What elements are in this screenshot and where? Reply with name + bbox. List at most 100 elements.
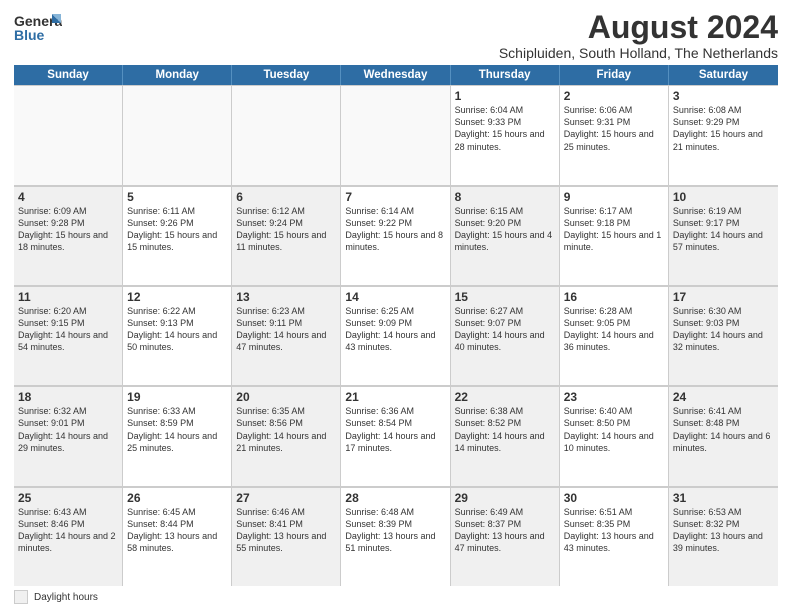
cal-cell-16: 16Sunrise: 6:28 AM Sunset: 9:05 PM Dayli… [560, 286, 669, 385]
day-number: 3 [673, 89, 774, 103]
legend-box [14, 590, 28, 604]
logo-svg: GeneralBlue [14, 10, 62, 46]
day-number: 5 [127, 190, 227, 204]
header: GeneralBlue August 2024 Schipluiden, Sou… [14, 10, 778, 61]
day-number: 17 [673, 290, 774, 304]
cal-cell-4: 4Sunrise: 6:09 AM Sunset: 9:28 PM Daylig… [14, 186, 123, 285]
cal-cell-1: 1Sunrise: 6:04 AM Sunset: 9:33 PM Daylig… [451, 85, 560, 184]
day-info: Sunrise: 6:45 AM Sunset: 8:44 PM Dayligh… [127, 506, 227, 555]
day-number: 29 [455, 491, 555, 505]
cal-cell-17: 17Sunrise: 6:30 AM Sunset: 9:03 PM Dayli… [669, 286, 778, 385]
cal-row-2: 11Sunrise: 6:20 AM Sunset: 9:15 PM Dayli… [14, 286, 778, 386]
cal-cell-2: 2Sunrise: 6:06 AM Sunset: 9:31 PM Daylig… [560, 85, 669, 184]
cal-cell-13: 13Sunrise: 6:23 AM Sunset: 9:11 PM Dayli… [232, 286, 341, 385]
day-number: 8 [455, 190, 555, 204]
cal-cell-10: 10Sunrise: 6:19 AM Sunset: 9:17 PM Dayli… [669, 186, 778, 285]
day-number: 2 [564, 89, 664, 103]
day-info: Sunrise: 6:51 AM Sunset: 8:35 PM Dayligh… [564, 506, 664, 555]
day-number: 1 [455, 89, 555, 103]
day-info: Sunrise: 6:20 AM Sunset: 9:15 PM Dayligh… [18, 305, 118, 354]
day-header-saturday: Saturday [669, 65, 778, 85]
cal-row-1: 4Sunrise: 6:09 AM Sunset: 9:28 PM Daylig… [14, 186, 778, 286]
cal-cell-18: 18Sunrise: 6:32 AM Sunset: 9:01 PM Dayli… [14, 386, 123, 485]
day-info: Sunrise: 6:15 AM Sunset: 9:20 PM Dayligh… [455, 205, 555, 254]
day-number: 21 [345, 390, 445, 404]
cal-cell-14: 14Sunrise: 6:25 AM Sunset: 9:09 PM Dayli… [341, 286, 450, 385]
logo: GeneralBlue [14, 10, 62, 46]
cal-cell-empty-0-3 [341, 85, 450, 184]
cal-cell-9: 9Sunrise: 6:17 AM Sunset: 9:18 PM Daylig… [560, 186, 669, 285]
cal-cell-24: 24Sunrise: 6:41 AM Sunset: 8:48 PM Dayli… [669, 386, 778, 485]
day-info: Sunrise: 6:53 AM Sunset: 8:32 PM Dayligh… [673, 506, 774, 555]
calendar-body: 1Sunrise: 6:04 AM Sunset: 9:33 PM Daylig… [14, 85, 778, 586]
day-number: 12 [127, 290, 227, 304]
day-header-thursday: Thursday [451, 65, 560, 85]
calendar-header: SundayMondayTuesdayWednesdayThursdayFrid… [14, 65, 778, 85]
day-number: 31 [673, 491, 774, 505]
legend-label: Daylight hours [34, 592, 98, 603]
cal-cell-26: 26Sunrise: 6:45 AM Sunset: 8:44 PM Dayli… [123, 487, 232, 586]
title-section: August 2024 Schipluiden, South Holland, … [499, 10, 778, 61]
day-number: 25 [18, 491, 118, 505]
day-number: 20 [236, 390, 336, 404]
cal-cell-empty-0-2 [232, 85, 341, 184]
day-header-monday: Monday [123, 65, 232, 85]
cal-cell-21: 21Sunrise: 6:36 AM Sunset: 8:54 PM Dayli… [341, 386, 450, 485]
day-header-tuesday: Tuesday [232, 65, 341, 85]
day-info: Sunrise: 6:22 AM Sunset: 9:13 PM Dayligh… [127, 305, 227, 354]
day-info: Sunrise: 6:28 AM Sunset: 9:05 PM Dayligh… [564, 305, 664, 354]
day-info: Sunrise: 6:36 AM Sunset: 8:54 PM Dayligh… [345, 405, 445, 454]
day-info: Sunrise: 6:12 AM Sunset: 9:24 PM Dayligh… [236, 205, 336, 254]
cal-cell-empty-0-1 [123, 85, 232, 184]
day-number: 18 [18, 390, 118, 404]
day-info: Sunrise: 6:32 AM Sunset: 9:01 PM Dayligh… [18, 405, 118, 454]
day-number: 7 [345, 190, 445, 204]
cal-cell-5: 5Sunrise: 6:11 AM Sunset: 9:26 PM Daylig… [123, 186, 232, 285]
day-header-friday: Friday [560, 65, 669, 85]
cal-cell-23: 23Sunrise: 6:40 AM Sunset: 8:50 PM Dayli… [560, 386, 669, 485]
day-info: Sunrise: 6:38 AM Sunset: 8:52 PM Dayligh… [455, 405, 555, 454]
day-info: Sunrise: 6:17 AM Sunset: 9:18 PM Dayligh… [564, 205, 664, 254]
cal-cell-3: 3Sunrise: 6:08 AM Sunset: 9:29 PM Daylig… [669, 85, 778, 184]
day-number: 4 [18, 190, 118, 204]
cal-cell-28: 28Sunrise: 6:48 AM Sunset: 8:39 PM Dayli… [341, 487, 450, 586]
day-number: 23 [564, 390, 664, 404]
cal-cell-31: 31Sunrise: 6:53 AM Sunset: 8:32 PM Dayli… [669, 487, 778, 586]
day-info: Sunrise: 6:41 AM Sunset: 8:48 PM Dayligh… [673, 405, 774, 454]
day-info: Sunrise: 6:08 AM Sunset: 9:29 PM Dayligh… [673, 104, 774, 153]
day-number: 9 [564, 190, 664, 204]
day-info: Sunrise: 6:11 AM Sunset: 9:26 PM Dayligh… [127, 205, 227, 254]
day-info: Sunrise: 6:43 AM Sunset: 8:46 PM Dayligh… [18, 506, 118, 555]
cal-cell-25: 25Sunrise: 6:43 AM Sunset: 8:46 PM Dayli… [14, 487, 123, 586]
day-header-wednesday: Wednesday [341, 65, 450, 85]
day-info: Sunrise: 6:33 AM Sunset: 8:59 PM Dayligh… [127, 405, 227, 454]
day-number: 14 [345, 290, 445, 304]
day-number: 28 [345, 491, 445, 505]
cal-cell-27: 27Sunrise: 6:46 AM Sunset: 8:41 PM Dayli… [232, 487, 341, 586]
day-info: Sunrise: 6:48 AM Sunset: 8:39 PM Dayligh… [345, 506, 445, 555]
day-info: Sunrise: 6:04 AM Sunset: 9:33 PM Dayligh… [455, 104, 555, 153]
cal-row-3: 18Sunrise: 6:32 AM Sunset: 9:01 PM Dayli… [14, 386, 778, 486]
svg-text:Blue: Blue [14, 27, 45, 43]
day-info: Sunrise: 6:49 AM Sunset: 8:37 PM Dayligh… [455, 506, 555, 555]
day-number: 15 [455, 290, 555, 304]
cal-cell-15: 15Sunrise: 6:27 AM Sunset: 9:07 PM Dayli… [451, 286, 560, 385]
day-number: 16 [564, 290, 664, 304]
day-number: 19 [127, 390, 227, 404]
day-info: Sunrise: 6:09 AM Sunset: 9:28 PM Dayligh… [18, 205, 118, 254]
day-number: 11 [18, 290, 118, 304]
day-info: Sunrise: 6:23 AM Sunset: 9:11 PM Dayligh… [236, 305, 336, 354]
cal-cell-6: 6Sunrise: 6:12 AM Sunset: 9:24 PM Daylig… [232, 186, 341, 285]
cal-cell-30: 30Sunrise: 6:51 AM Sunset: 8:35 PM Dayli… [560, 487, 669, 586]
day-info: Sunrise: 6:35 AM Sunset: 8:56 PM Dayligh… [236, 405, 336, 454]
day-info: Sunrise: 6:40 AM Sunset: 8:50 PM Dayligh… [564, 405, 664, 454]
day-info: Sunrise: 6:46 AM Sunset: 8:41 PM Dayligh… [236, 506, 336, 555]
cal-cell-22: 22Sunrise: 6:38 AM Sunset: 8:52 PM Dayli… [451, 386, 560, 485]
calendar: SundayMondayTuesdayWednesdayThursdayFrid… [14, 65, 778, 586]
day-number: 30 [564, 491, 664, 505]
day-number: 22 [455, 390, 555, 404]
day-number: 13 [236, 290, 336, 304]
day-number: 24 [673, 390, 774, 404]
cal-cell-20: 20Sunrise: 6:35 AM Sunset: 8:56 PM Dayli… [232, 386, 341, 485]
cal-cell-19: 19Sunrise: 6:33 AM Sunset: 8:59 PM Dayli… [123, 386, 232, 485]
